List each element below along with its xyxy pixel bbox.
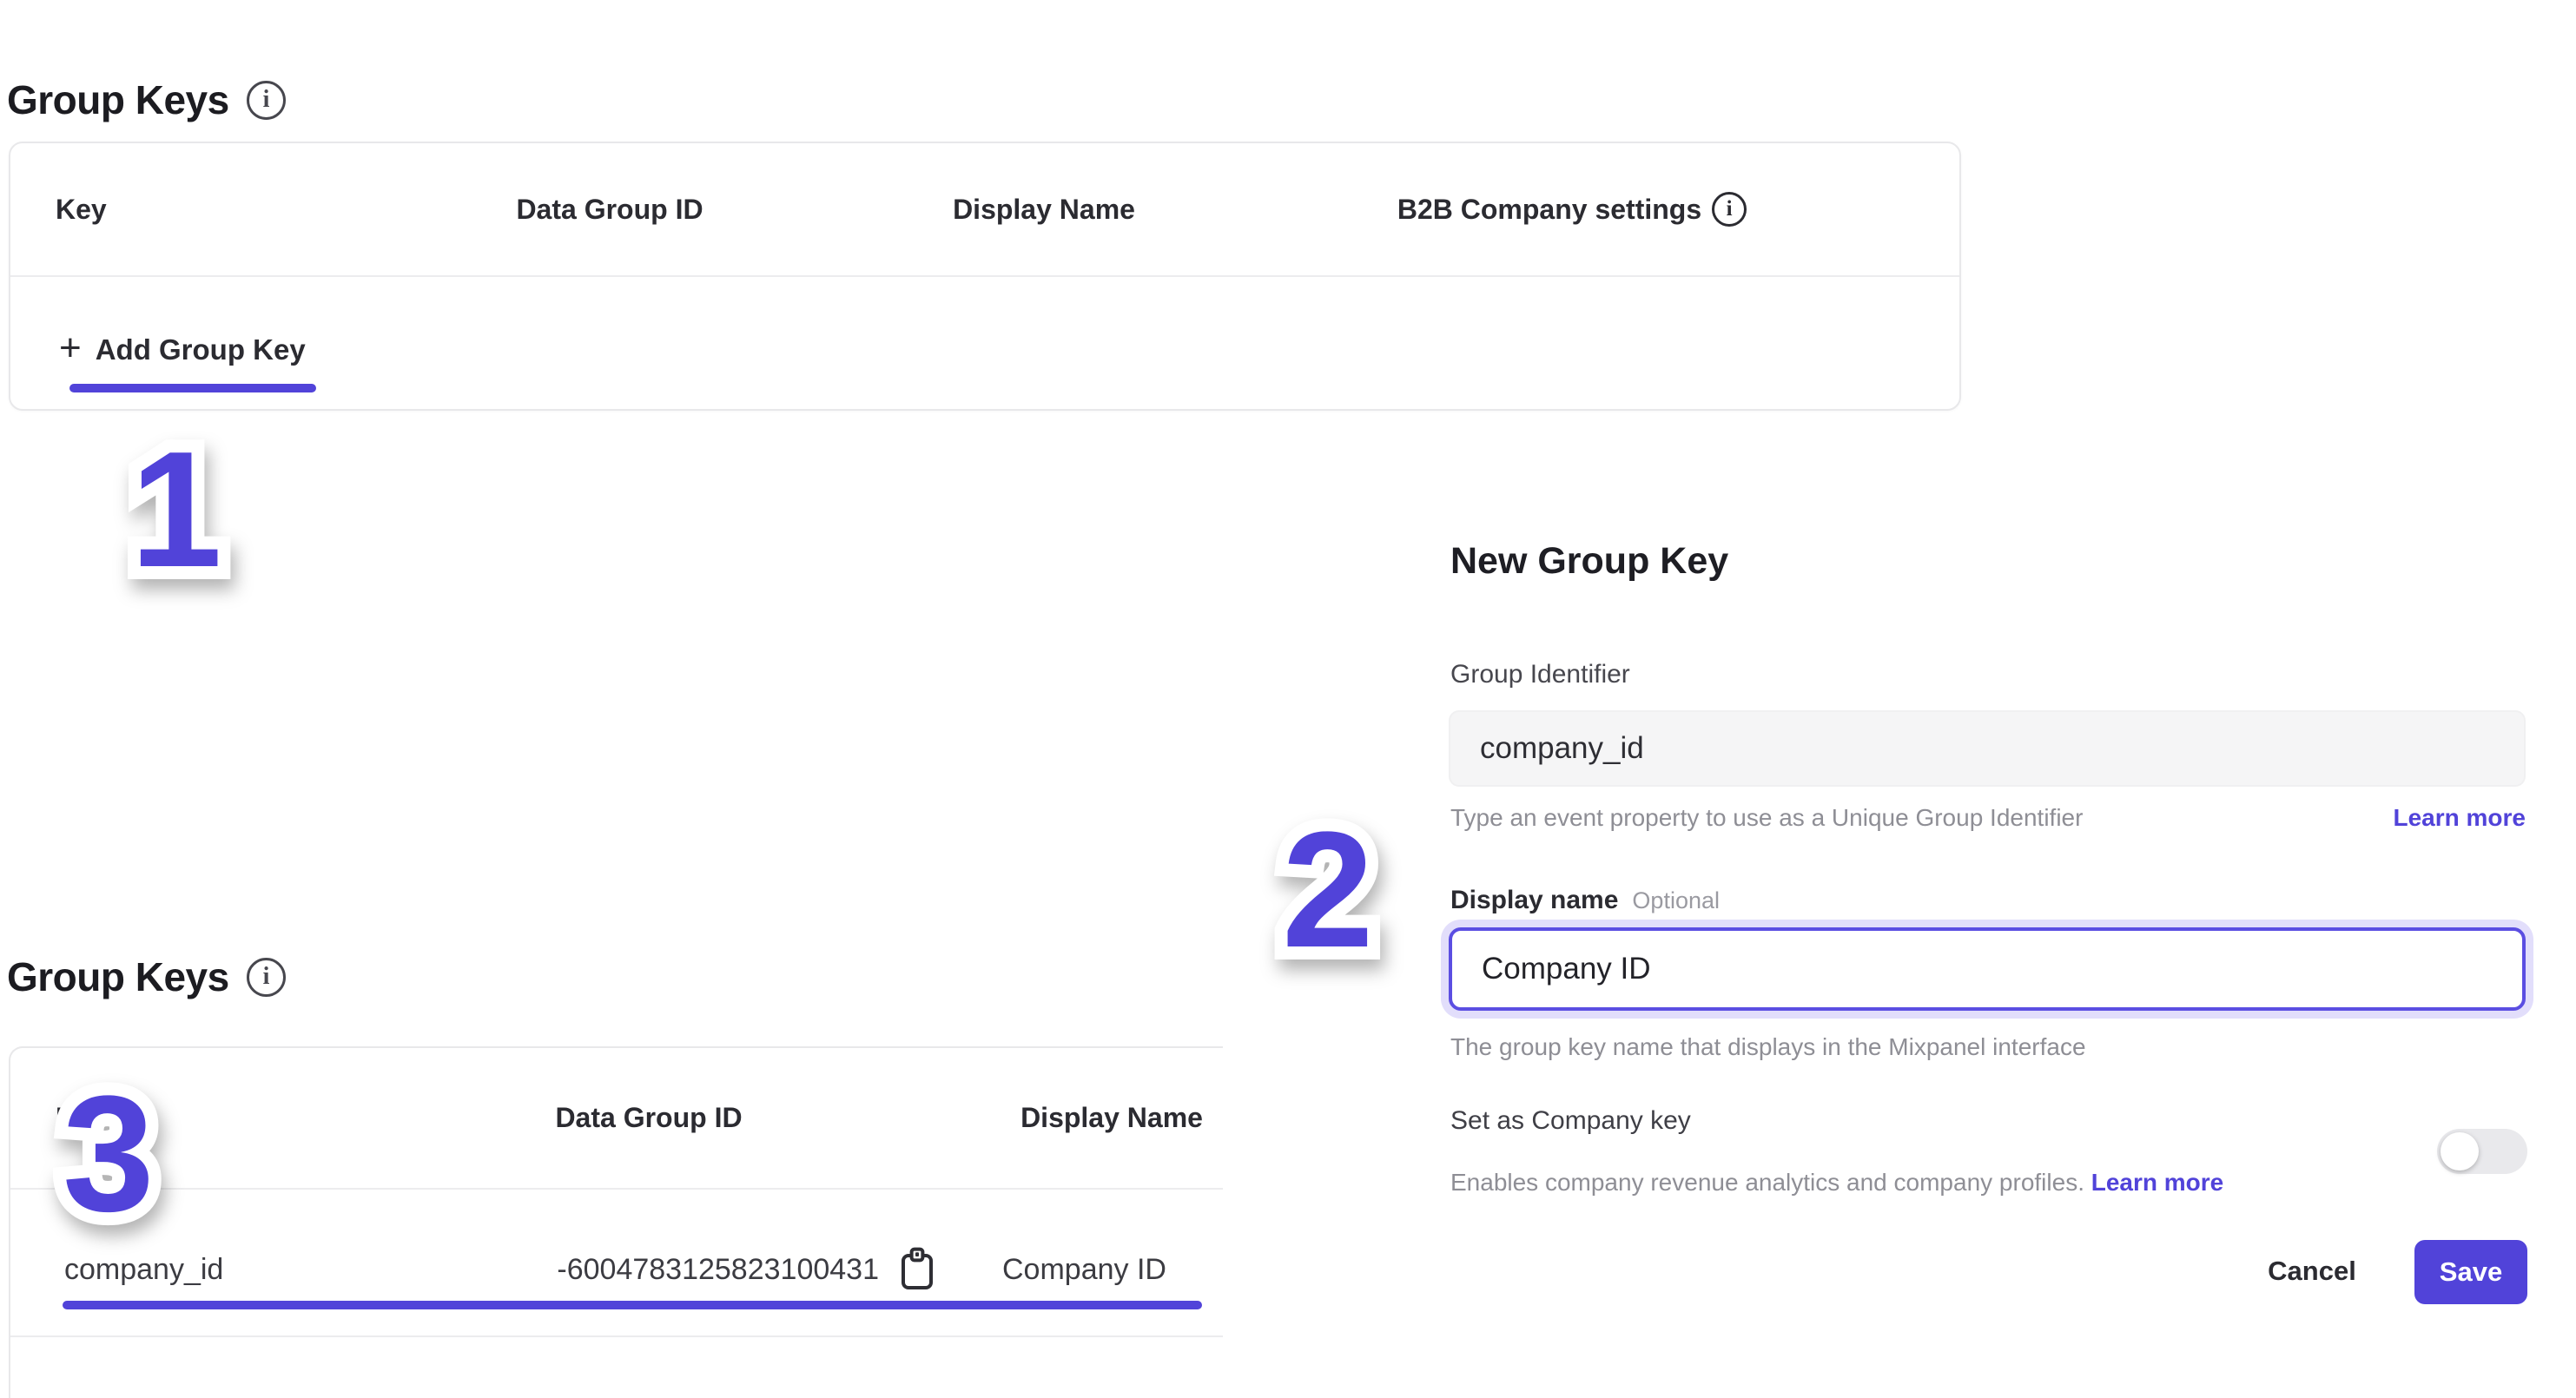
row-key-value: company_id: [64, 1250, 223, 1289]
company-key-learn-more-link[interactable]: Learn more: [2091, 1169, 2224, 1196]
info-icon[interactable]: i: [247, 958, 286, 997]
add-group-key-label: Add Group Key: [96, 333, 306, 366]
annotation-underline-table-row: [63, 1301, 1202, 1309]
annotation-underline-add-group-key: [69, 384, 316, 392]
table-header-divider: [10, 275, 1959, 277]
group-keys-heading-bottom: Group Keys i: [7, 953, 286, 1000]
company-key-toggle[interactable]: [2437, 1129, 2527, 1174]
page-title: Group Keys: [7, 76, 229, 123]
company-key-helper: Enables company revenue analytics and co…: [1450, 1169, 2223, 1197]
info-icon[interactable]: i: [1712, 192, 1747, 227]
row-data-group-id-value: -6004783125823100431: [532, 1250, 879, 1289]
copy-icon[interactable]: [896, 1246, 938, 1291]
group-keys-table-bottom: Key Data Group ID Display Name company_i…: [9, 1046, 1223, 1398]
add-group-key-button[interactable]: + Add Group Key: [59, 313, 306, 386]
info-icon[interactable]: i: [247, 81, 286, 120]
group-keys-heading-top: Group Keys i: [7, 76, 286, 123]
save-button[interactable]: Save: [2414, 1240, 2527, 1304]
group-keys-table-top: Key Data Group ID Display Name B2B Compa…: [9, 142, 1961, 411]
page: Group Keys i Key Data Group ID Display N…: [0, 0, 2576, 1398]
toggle-knob: [2441, 1132, 2479, 1170]
display-name-label: Display name: [1450, 886, 1618, 915]
group-identifier-helper: Type an event property to use as a Uniqu…: [1450, 804, 2083, 832]
row-display-name-value: Company ID: [1002, 1250, 1166, 1289]
annotation-step-3-number: 3: [63, 1062, 155, 1246]
annotation-step-3: 3 3: [63, 1072, 155, 1236]
plus-icon: +: [59, 329, 82, 367]
new-group-key-title: New Group Key: [1450, 540, 1728, 583]
group-identifier-learn-more-link[interactable]: Learn more: [2394, 804, 2526, 832]
annotation-step-1-number: 1: [130, 418, 222, 602]
annotation-step-2: 2 2: [1282, 808, 1374, 973]
company-key-helper-text: Enables company revenue analytics and co…: [1450, 1169, 2084, 1196]
annotation-step-1: 1 1: [130, 427, 222, 592]
column-header-data-group-id: Data Group ID: [495, 143, 724, 275]
display-name-optional-tag: Optional: [1632, 887, 1720, 914]
display-name-input[interactable]: [1449, 927, 2526, 1011]
table-header-divider: [10, 1188, 1223, 1190]
annotation-step-2-number: 2: [1282, 798, 1374, 982]
cancel-button[interactable]: Cancel: [2251, 1256, 2373, 1287]
display-name-label-row: Display name Optional: [1450, 886, 1720, 915]
table-row-divider: [10, 1335, 1223, 1337]
display-name-helper: The group key name that displays in the …: [1450, 1033, 2086, 1061]
column-header-key: Key: [56, 143, 229, 275]
column-header-b2b-label: B2B Company settings: [1397, 194, 1701, 226]
column-header-display-name: Display Name: [994, 1048, 1229, 1187]
set-as-company-key-label: Set as Company key: [1450, 1106, 1691, 1136]
page-title: Group Keys: [7, 953, 229, 1000]
column-header-display-name: Display Name: [929, 143, 1159, 275]
group-identifier-input[interactable]: [1449, 710, 2526, 787]
column-header-b2b-company-settings: B2B Company settings i: [1355, 143, 1789, 275]
group-identifier-label: Group Identifier: [1450, 660, 1630, 689]
column-header-data-group-id: Data Group ID: [532, 1048, 766, 1187]
